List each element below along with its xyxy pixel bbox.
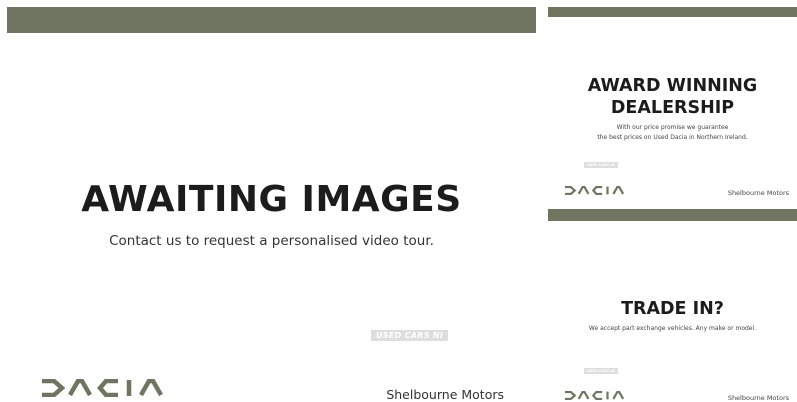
part-exchange-text: We accept part exchange vehicles. Any ma…: [588, 325, 757, 332]
award-title: AWARD WINNING DEALERSHIP: [548, 75, 797, 119]
used-cars-ni-watermark: USED CARS NI: [371, 330, 449, 341]
top-accent-bar: [548, 7, 797, 17]
logo-letter-d: [564, 391, 577, 400]
logo-letter-d: [564, 186, 577, 195]
logo-letter-a2: [612, 186, 625, 195]
logo-letter-a: [577, 186, 590, 195]
logo-letter-c: [591, 391, 603, 400]
logo-letter-a: [577, 391, 590, 400]
dealer-name: Shelbourne Motors: [727, 394, 789, 402]
logo-letter-a2: [139, 379, 163, 397]
price-promise-text: With our price promise we guarantee the …: [548, 123, 797, 143]
logo-letter-c: [591, 186, 603, 195]
award-title-line2: DEALERSHIP: [610, 98, 735, 118]
award-title-line1: AWARD WINNING: [587, 76, 758, 96]
dacia-logo: [40, 379, 175, 397]
trade-in-thumbnail[interactable]: TRADE IN? We accept part exchange vehicl…: [548, 221, 797, 402]
price-promise-line1: With our price promise we guarantee: [616, 124, 729, 131]
used-cars-ni-watermark: USED CARS NI: [584, 162, 618, 168]
logo-letter-c: [97, 379, 118, 397]
trade-in-title: TRADE IN?: [621, 299, 724, 319]
awaiting-images-title: AWAITING IMAGES: [81, 179, 462, 220]
dacia-logo: [564, 391, 630, 400]
logo-letter-a: [68, 379, 92, 397]
dealer-name: Shelbourne Motors: [727, 189, 789, 197]
bottom-accent-bar: [548, 209, 797, 221]
award-thumbnail[interactable]: AWARD WINNING DEALERSHIP With our price …: [548, 7, 797, 221]
used-cars-ni-watermark: USED CARS NI: [584, 368, 618, 374]
main-image-panel[interactable]: AWAITING IMAGES Contact us to request a …: [7, 7, 536, 402]
logo-letter-a2: [612, 391, 625, 400]
logo-letter-d: [42, 379, 66, 397]
price-promise-line2: the best prices on Used Dacia in Norther…: [597, 134, 748, 141]
video-tour-subtitle: Contact us to request a personalised vid…: [109, 233, 434, 249]
top-accent-bar: [7, 7, 536, 33]
dealer-name: Shelbourne Motors: [386, 387, 504, 402]
dacia-logo: [564, 186, 630, 195]
